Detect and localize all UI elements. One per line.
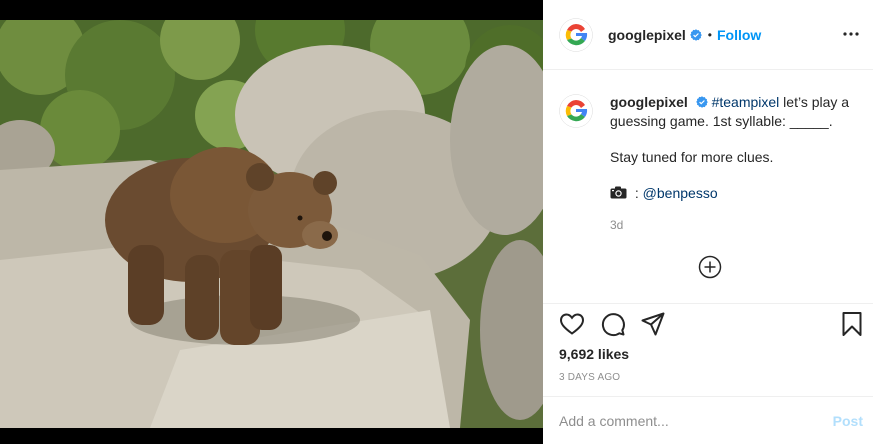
hashtag-link[interactable]: #teampixel [712, 94, 780, 110]
caption-username[interactable]: googlepixel [610, 94, 688, 110]
action-bar [543, 311, 873, 339]
more-options-icon[interactable] [841, 24, 861, 44]
post-date[interactable]: 3 DAYS AGO [559, 372, 620, 383]
caption-line-2: Stay tuned for more clues. [610, 149, 774, 165]
caption-comment: googlepixel #teampixel let’s play a gues… [559, 93, 857, 235]
credit-mention-link[interactable]: @benpesso [643, 185, 718, 201]
comment-input[interactable] [559, 412, 825, 429]
post-header: googlepixel • Follow [543, 0, 873, 70]
post-side-panel: googlepixel • Follow googlepixel #teampi… [543, 0, 873, 444]
bear-photo [0, 20, 543, 428]
caption-time[interactable]: 3d [610, 216, 855, 235]
google-logo-icon [559, 17, 593, 52]
caption-avatar[interactable] [559, 94, 593, 128]
post-photo[interactable] [0, 20, 543, 428]
bookmark-icon[interactable] [839, 311, 865, 337]
likes-count[interactable]: 9,692 likes [559, 346, 629, 362]
verified-badge-icon [695, 96, 708, 108]
separator-dot: • [707, 27, 712, 42]
paper-plane-icon[interactable] [640, 311, 666, 337]
credit-prefix: : [631, 185, 643, 201]
author-avatar[interactable] [559, 17, 593, 52]
post-comment-button[interactable]: Post [833, 413, 863, 429]
google-logo-icon [559, 94, 593, 128]
verified-badge-icon [689, 28, 702, 41]
follow-button[interactable]: Follow [717, 27, 761, 43]
comment-icon[interactable] [600, 311, 626, 337]
author-username[interactable]: googlepixel [608, 27, 686, 43]
caption-area: googlepixel #teampixel let’s play a gues… [543, 71, 873, 304]
add-comment-bar: Post [543, 396, 873, 444]
camera-icon [610, 186, 627, 199]
photo-credit: : @benpesso [610, 184, 855, 203]
heart-icon[interactable] [559, 311, 585, 337]
plus-circle-icon[interactable] [698, 255, 722, 279]
caption-text: googlepixel #teampixel let’s play a gues… [610, 93, 855, 235]
